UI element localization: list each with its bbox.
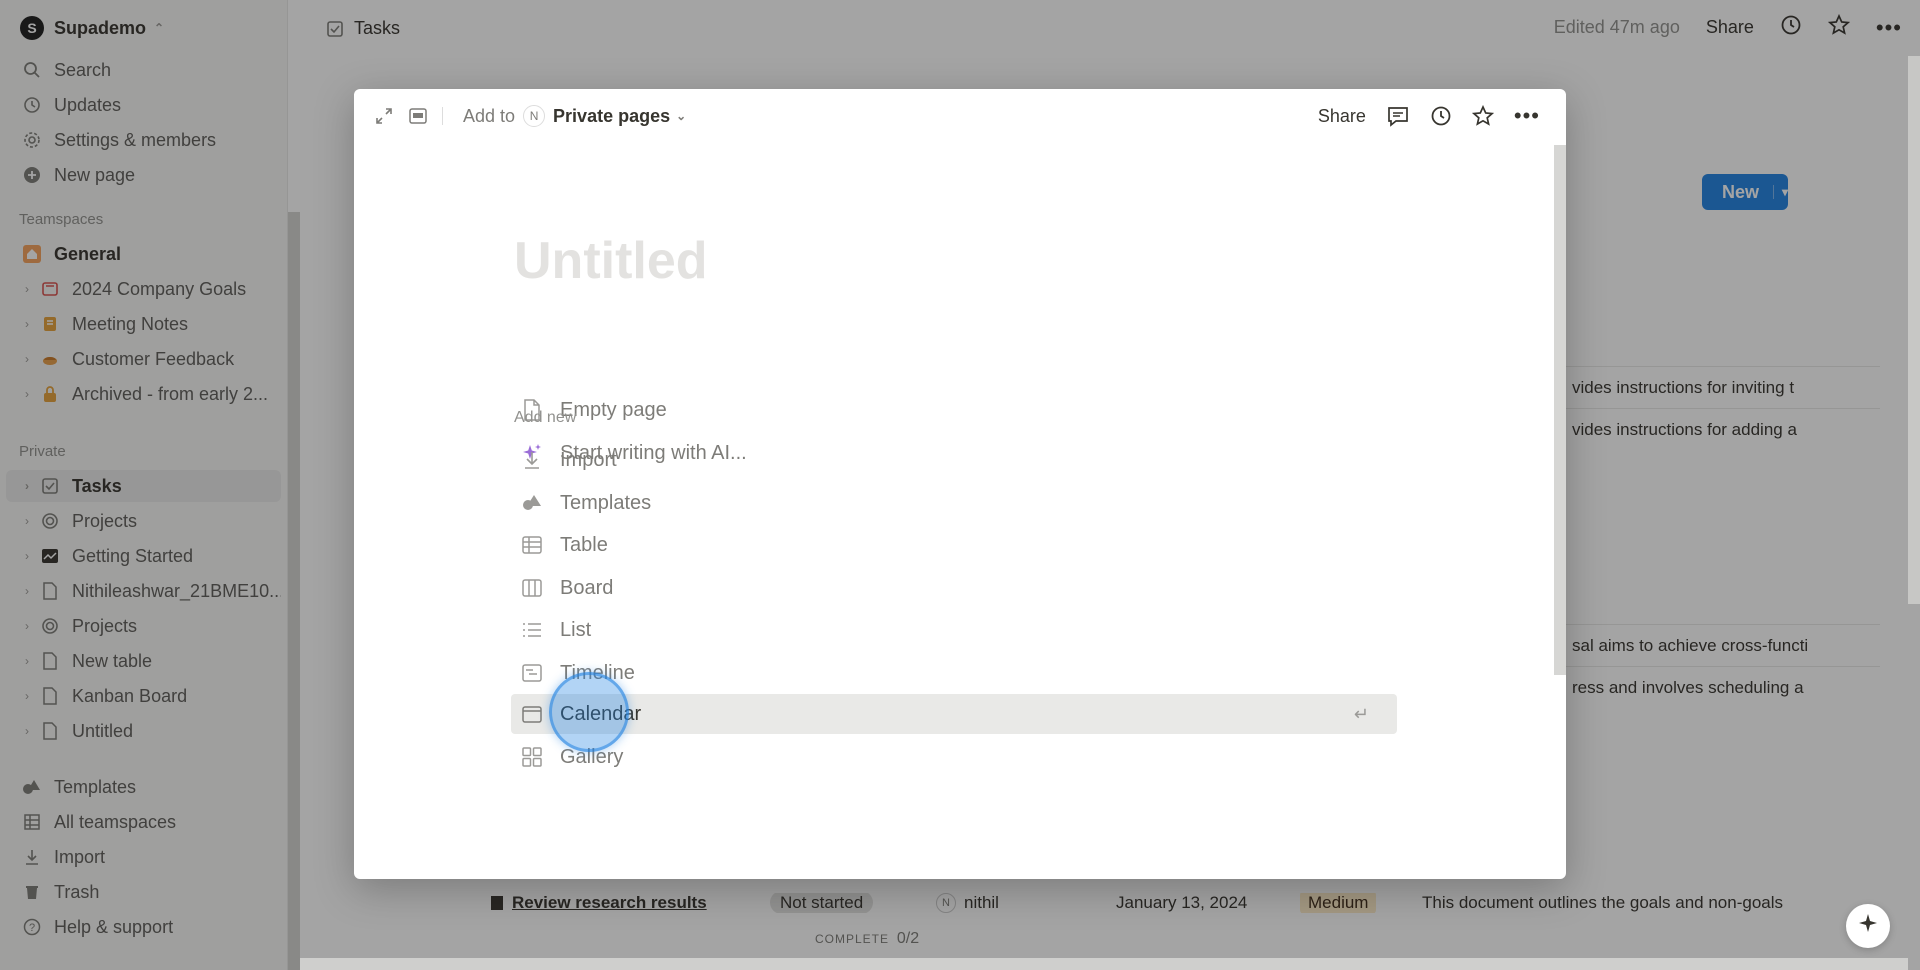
selection-highlight: ↵ [511, 694, 1397, 734]
click-indicator [549, 672, 629, 752]
add-to-label: Add to [463, 105, 516, 126]
download-icon [520, 448, 544, 472]
board-icon [520, 576, 544, 600]
option-templates[interactable]: Templates [520, 484, 651, 522]
ai-assistant-button[interactable] [1846, 904, 1890, 948]
comment-icon[interactable] [1386, 105, 1410, 127]
shapes-icon [520, 491, 544, 515]
share-button[interactable]: Share [1318, 106, 1366, 127]
new-page-modal: Add to N Private pages ⌄ Share ••• Untit… [354, 89, 1566, 879]
timeline-icon [520, 661, 544, 685]
star-icon[interactable] [1471, 105, 1494, 127]
gallery-icon [520, 745, 544, 769]
divider [442, 107, 443, 125]
sparkle-icon [1857, 912, 1879, 940]
modal-scrollbar[interactable] [1554, 145, 1566, 675]
clock-icon[interactable] [1430, 105, 1452, 127]
option-board[interactable]: Board [520, 569, 613, 607]
option-table[interactable]: Table [520, 526, 608, 564]
more-icon[interactable]: ••• [1514, 103, 1540, 129]
option-list[interactable]: List [520, 611, 591, 649]
location-selector[interactable]: Private pages ⌄ [553, 106, 686, 127]
chevron-down-icon: ⌄ [676, 109, 687, 123]
add-new-heading: Add new [514, 409, 577, 426]
table-icon [520, 533, 544, 557]
option-import[interactable]: Import [520, 441, 617, 479]
expand-icon[interactable] [374, 106, 394, 126]
calendar-icon [520, 702, 544, 726]
list-icon [520, 618, 544, 642]
title-placeholder[interactable]: Untitled [514, 231, 708, 291]
enter-key-icon: ↵ [1353, 704, 1369, 724]
modal-header: Add to N Private pages ⌄ Share ••• [354, 89, 1566, 145]
peek-mode-icon[interactable] [408, 107, 428, 125]
avatar: N [523, 105, 546, 127]
horizontal-scrollbar[interactable] [300, 958, 1908, 970]
page-scrollbar[interactable] [1908, 56, 1920, 604]
